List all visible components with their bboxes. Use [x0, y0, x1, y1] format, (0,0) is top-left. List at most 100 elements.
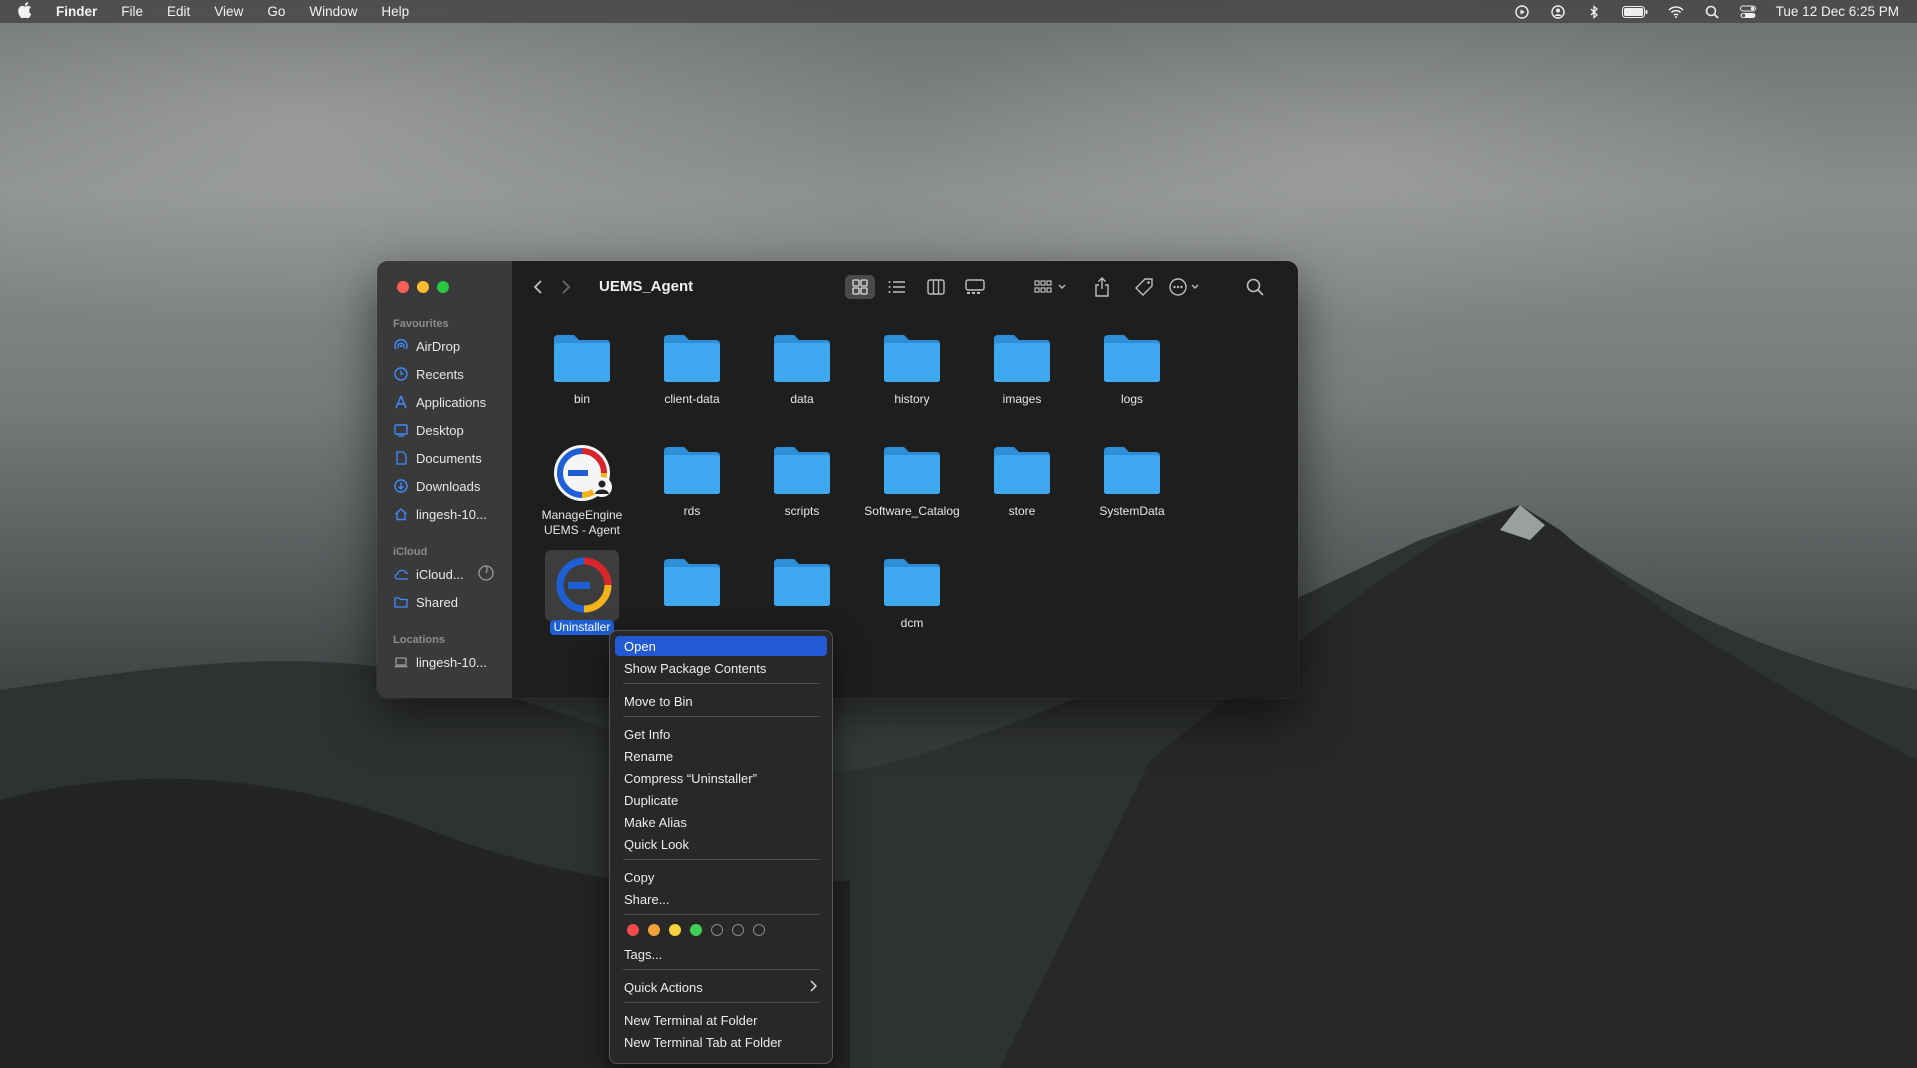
folder-scripts[interactable]: scripts [752, 437, 852, 519]
menu-help[interactable]: Help [381, 4, 409, 19]
menu-item-share[interactable]: Share... [615, 889, 827, 909]
icon-view-button[interactable] [845, 275, 875, 299]
group-by-button[interactable] [1032, 275, 1072, 299]
sidebar-item-documents[interactable]: Documents [394, 447, 482, 469]
minimize-button[interactable] [417, 281, 429, 293]
menu-go[interactable]: Go [267, 4, 285, 19]
folder-icon [774, 447, 830, 494]
share-icon[interactable] [1090, 275, 1114, 299]
sidebar-item-recents[interactable]: Recents [394, 363, 464, 385]
tag-color-picker [627, 924, 765, 936]
folder-data[interactable]: data [752, 325, 852, 407]
column-view-button[interactable] [921, 275, 951, 299]
control-center-icon[interactable] [1739, 5, 1756, 19]
app-uninstaller[interactable]: Uninstaller [532, 553, 632, 635]
back-button[interactable] [528, 275, 548, 299]
menu-item-quick-look[interactable]: Quick Look [615, 834, 827, 854]
menu-item-open[interactable]: Open [615, 636, 827, 656]
sidebar-item-home[interactable]: lingesh-10... [394, 503, 487, 525]
forward-button[interactable] [556, 275, 576, 299]
bluetooth-icon[interactable] [1586, 4, 1602, 19]
sidebar-item-computer[interactable]: lingesh-10... [394, 651, 487, 673]
battery-icon[interactable] [1621, 5, 1648, 19]
item-label: logs [1120, 392, 1143, 406]
wifi-icon[interactable] [1668, 5, 1684, 19]
chevron-right-icon [809, 979, 818, 995]
folder-images[interactable]: images [972, 325, 1072, 407]
menu-separator [623, 1002, 819, 1003]
item-label: history [894, 392, 930, 406]
folder-dcm[interactable]: dcm [862, 549, 962, 631]
sidebar-item-applications[interactable]: Applications [394, 391, 486, 413]
sidebar-item-label: lingesh-10... [416, 506, 487, 522]
clock-icon [394, 367, 408, 381]
folder-rds[interactable]: rds [642, 437, 742, 519]
folder-software-catalog[interactable]: Software_Catalog [862, 437, 962, 519]
menubar-clock[interactable]: Tue 12 Dec 6:25 PM [1776, 4, 1899, 19]
gallery-view-button[interactable] [960, 275, 990, 299]
folder-icon [664, 335, 720, 382]
folder-bin[interactable]: bin [532, 325, 632, 407]
folder-systemdata[interactable]: SystemData [1082, 437, 1182, 519]
menu-item-move-to-bin[interactable]: Move to Bin [615, 691, 827, 711]
menu-item-compress[interactable]: Compress “Uninstaller” [615, 768, 827, 788]
spotlight-search-icon[interactable] [1704, 5, 1720, 19]
list-view-button[interactable] [882, 275, 912, 299]
menu-item-show-package-contents[interactable]: Show Package Contents [615, 658, 827, 678]
folder-history[interactable]: history [862, 325, 962, 407]
context-menu: Open Show Package Contents Move to Bin G… [609, 630, 833, 1064]
menu-item-tags[interactable]: Tags... [615, 944, 827, 964]
sidebar-item-label: Recents [416, 366, 464, 382]
sidebar-item-icloud-drive[interactable]: iCloud... [394, 563, 504, 585]
tag-icon[interactable] [1132, 275, 1156, 299]
shared-folder-icon [394, 595, 408, 609]
tag-orange[interactable] [648, 924, 660, 936]
cloud-icon [394, 567, 408, 581]
tag-gray[interactable] [753, 924, 765, 936]
sidebar-item-shared[interactable]: Shared [394, 591, 458, 613]
tag-blue[interactable] [711, 924, 723, 936]
sidebar-item-desktop[interactable]: Desktop [394, 419, 464, 441]
sidebar-item-airdrop[interactable]: AirDrop [394, 335, 460, 357]
menu-item-new-terminal[interactable]: New Terminal at Folder [615, 1010, 827, 1030]
folder-icon [1104, 447, 1160, 494]
zoom-button[interactable] [437, 281, 449, 293]
menu-separator [623, 859, 819, 860]
app-manageengine-uems-agent[interactable]: ManageEngine UEMS - Agent [532, 441, 632, 538]
user-account-icon[interactable] [1550, 4, 1566, 19]
menu-item-rename[interactable]: Rename [615, 746, 827, 766]
menu-item-make-alias[interactable]: Make Alias [615, 812, 827, 832]
menu-item-quick-actions[interactable]: Quick Actions [615, 977, 827, 997]
menu-file[interactable]: File [121, 4, 143, 19]
menu-view[interactable]: View [214, 4, 243, 19]
menu-item-duplicate[interactable]: Duplicate [615, 790, 827, 810]
folder-icon [884, 559, 940, 606]
menu-item-get-info[interactable]: Get Info [615, 724, 827, 744]
menu-bar: Finder File Edit View Go Window Help Tue… [0, 0, 1917, 23]
folder-unlabeled-1[interactable] [642, 549, 742, 613]
menu-finder[interactable]: Finder [56, 4, 97, 19]
more-actions-button[interactable] [1168, 275, 1210, 299]
tag-green[interactable] [690, 924, 702, 936]
search-icon[interactable] [1243, 275, 1267, 299]
folder-icon [884, 447, 940, 494]
screen-recording-icon[interactable] [1514, 4, 1530, 19]
sidebar-item-label: Desktop [416, 422, 464, 438]
folder-client-data[interactable]: client-data [642, 325, 742, 407]
finder-window: Favourites AirDrop Recents Applications … [377, 261, 1298, 698]
menu-edit[interactable]: Edit [167, 4, 190, 19]
tag-red[interactable] [627, 924, 639, 936]
apple-menu-icon[interactable] [18, 2, 32, 21]
sidebar-item-downloads[interactable]: Downloads [394, 475, 480, 497]
menu-window[interactable]: Window [309, 4, 357, 19]
menu-item-new-terminal-tab[interactable]: New Terminal Tab at Folder [615, 1032, 827, 1052]
folder-unlabeled-2[interactable] [752, 549, 852, 613]
sidebar-header-icloud: iCloud [393, 546, 428, 558]
folder-store[interactable]: store [972, 437, 1072, 519]
folder-logs[interactable]: logs [1082, 325, 1182, 407]
menu-item-copy[interactable]: Copy [615, 867, 827, 887]
sidebar-item-label: iCloud... [416, 566, 464, 582]
tag-purple[interactable] [732, 924, 744, 936]
tag-yellow[interactable] [669, 924, 681, 936]
close-button[interactable] [397, 281, 409, 293]
